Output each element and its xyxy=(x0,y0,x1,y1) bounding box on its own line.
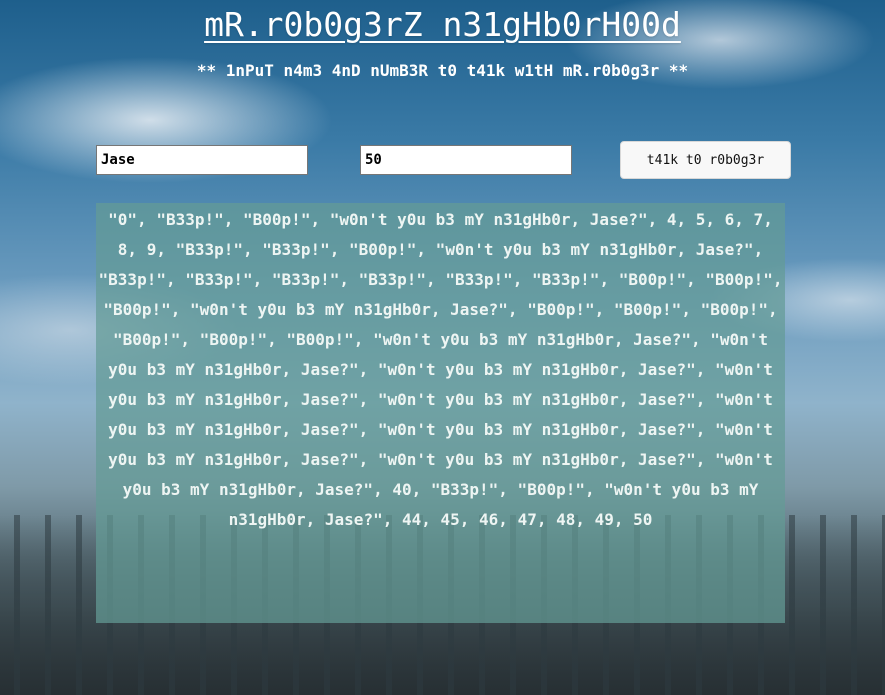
talk-to-robogor-button[interactable]: t41k t0 r0b0g3r xyxy=(620,141,791,179)
robot-response-output: "0", "B33p!", "B00p!", "w0n't y0u b3 mY … xyxy=(96,203,785,623)
name-input[interactable] xyxy=(96,145,308,175)
page-subtitle: ** 1nPuT n4m3 4nD nUmB3R t0 t41k w1tH mR… xyxy=(196,61,689,80)
page-title: mR.r0b0g3rZ n31gHb0rH00d xyxy=(204,5,681,44)
number-input[interactable] xyxy=(360,145,572,175)
